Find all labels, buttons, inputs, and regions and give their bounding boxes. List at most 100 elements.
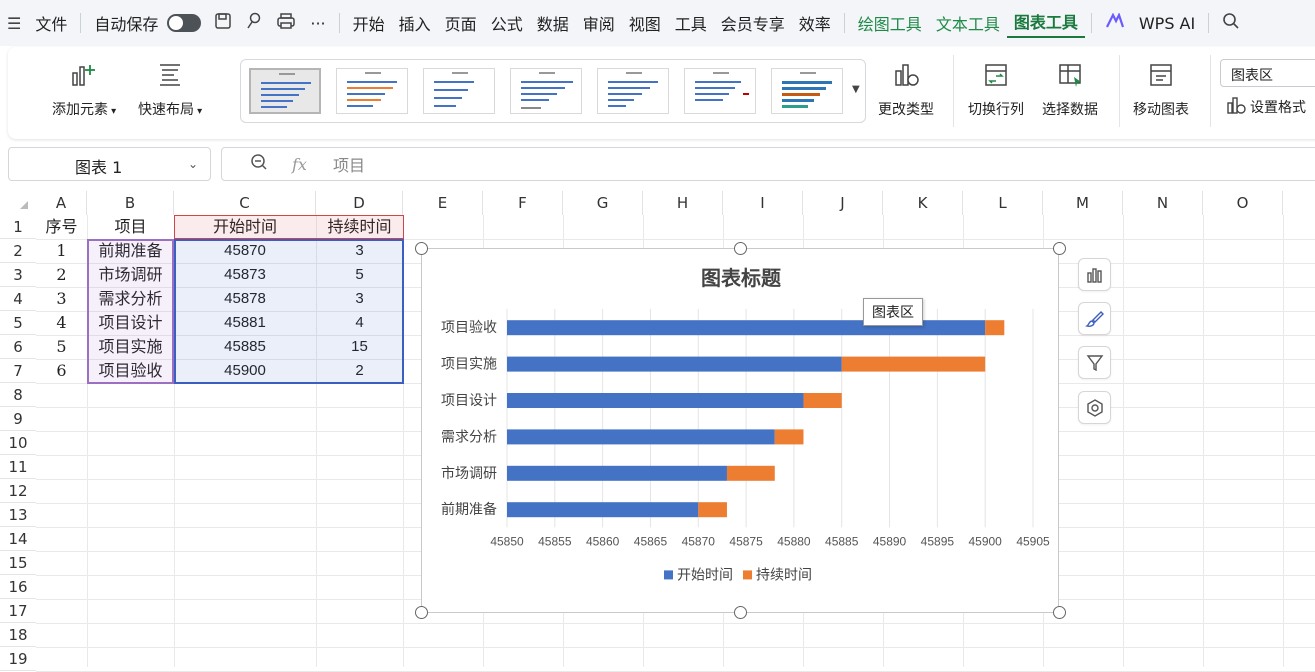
x-tick-label[interactable]: 45880 xyxy=(777,534,811,548)
x-tick-label[interactable]: 45850 xyxy=(490,534,524,548)
row-header-8[interactable]: 8 xyxy=(0,383,36,407)
table-header-cell[interactable]: 项目 xyxy=(87,215,174,239)
legend-label[interactable]: 持续时间 xyxy=(756,566,812,583)
column-header-H[interactable]: H xyxy=(643,191,723,215)
row-header-3[interactable]: 3 xyxy=(0,263,36,287)
x-tick-label[interactable]: 45855 xyxy=(538,534,572,548)
chart-style-thumb[interactable] xyxy=(423,68,495,114)
chevron-down-icon[interactable]: ⌄ xyxy=(188,157,198,171)
menu-formula[interactable]: 公式 xyxy=(484,11,530,35)
bar-duration[interactable] xyxy=(985,320,1004,335)
table-cell[interactable]: 2 xyxy=(36,263,87,287)
bar-duration[interactable] xyxy=(775,429,804,444)
row-header-14[interactable]: 14 xyxy=(0,527,36,551)
hamburger-menu-icon[interactable]: ☰ xyxy=(0,14,28,33)
y-category-label[interactable]: 市场调研 xyxy=(441,465,497,482)
resize-handle[interactable] xyxy=(1053,606,1066,619)
row-header-16[interactable]: 16 xyxy=(0,575,36,599)
row-header-18[interactable]: 18 xyxy=(0,623,36,647)
y-category-label[interactable]: 前期准备 xyxy=(441,501,497,518)
column-header-N[interactable]: N xyxy=(1123,191,1203,215)
y-category-label[interactable]: 项目实施 xyxy=(441,357,497,373)
resize-handle[interactable] xyxy=(415,242,428,255)
resize-handle[interactable] xyxy=(415,606,428,619)
row-header-10[interactable]: 10 xyxy=(0,431,36,455)
column-header-G[interactable]: G xyxy=(563,191,643,215)
x-tick-label[interactable]: 45900 xyxy=(968,534,1002,548)
menu-review[interactable]: 审阅 xyxy=(576,11,622,35)
x-tick-label[interactable]: 45885 xyxy=(825,534,859,548)
column-header-A[interactable]: A xyxy=(36,191,87,215)
gallery-expand-icon[interactable]: ▼ xyxy=(852,84,860,95)
table-header-cell[interactable]: 序号 xyxy=(36,215,87,239)
fx-icon[interactable]: fx xyxy=(292,155,307,174)
menu-view[interactable]: 视图 xyxy=(622,11,668,35)
name-box[interactable]: 图表 1 ⌄ xyxy=(8,147,211,181)
column-header-E[interactable]: E xyxy=(403,191,483,215)
row-header-4[interactable]: 4 xyxy=(0,287,36,311)
menu-wps-ai[interactable]: WPS AI xyxy=(1132,14,1202,33)
bar-start-time[interactable] xyxy=(507,357,842,372)
row-header-11[interactable]: 11 xyxy=(0,455,36,479)
column-header-J[interactable]: J xyxy=(803,191,883,215)
row-header-17[interactable]: 17 xyxy=(0,599,36,623)
column-header-C[interactable]: C xyxy=(174,191,316,215)
select-data-button[interactable]: 选择数据 xyxy=(1042,61,1098,119)
resize-handle[interactable] xyxy=(734,606,747,619)
table-cell[interactable]: 5 xyxy=(36,335,87,359)
menu-drawing-tools[interactable]: 绘图工具 xyxy=(851,11,929,35)
resize-handle[interactable] xyxy=(1053,242,1066,255)
chart[interactable]: 图表标题 前期准备市场调研需求分析项目设计项目实施项目验收 4585045855… xyxy=(421,248,1059,613)
menu-efficiency[interactable]: 效率 xyxy=(792,11,838,35)
menu-data[interactable]: 数据 xyxy=(530,11,576,35)
y-category-label[interactable]: 需求分析 xyxy=(441,429,497,445)
autosave-toggle[interactable] xyxy=(167,14,201,32)
bar-duration[interactable] xyxy=(698,502,727,517)
quick-layout-button[interactable]: 快速布局 ▾ xyxy=(138,61,202,119)
chart-filter-button[interactable] xyxy=(1078,346,1111,379)
select-all-corner[interactable] xyxy=(0,191,36,215)
bar-start-time[interactable] xyxy=(507,502,698,517)
bar-start-time[interactable] xyxy=(507,429,775,444)
y-category-label[interactable]: 项目设计 xyxy=(441,393,497,409)
x-tick-label[interactable]: 45905 xyxy=(1016,534,1050,548)
find-icon[interactable] xyxy=(239,12,269,34)
switch-row-col-button[interactable]: 切换行列 xyxy=(968,61,1024,119)
row-header-12[interactable]: 12 xyxy=(0,479,36,503)
column-header-B[interactable]: B xyxy=(87,191,174,215)
table-cell[interactable]: 6 xyxy=(36,359,87,383)
add-element-button[interactable]: 添加元素 ▾ xyxy=(52,61,116,119)
row-header-6[interactable]: 6 xyxy=(0,335,36,359)
chart-style-button[interactable] xyxy=(1078,302,1111,335)
bar-duration[interactable] xyxy=(803,393,841,408)
chart-settings-button[interactable] xyxy=(1078,391,1111,424)
x-tick-label[interactable]: 45865 xyxy=(634,534,668,548)
table-cell[interactable]: 1 xyxy=(36,239,87,263)
legend-label[interactable]: 开始时间 xyxy=(677,567,733,583)
column-header-M[interactable]: M xyxy=(1043,191,1123,215)
menu-member[interactable]: 会员专享 xyxy=(714,11,792,35)
column-header-D[interactable]: D xyxy=(316,191,403,215)
row-header-5[interactable]: 5 xyxy=(0,311,36,335)
row-header-15[interactable]: 15 xyxy=(0,551,36,575)
search-icon[interactable] xyxy=(1215,12,1247,34)
bar-duration[interactable] xyxy=(842,357,985,372)
bar-start-time[interactable] xyxy=(507,466,727,481)
resize-handle[interactable] xyxy=(734,242,747,255)
column-header-L[interactable]: L xyxy=(963,191,1043,215)
bar-duration[interactable] xyxy=(727,466,775,481)
table-cell[interactable]: 4 xyxy=(36,311,87,335)
menu-insert[interactable]: 插入 xyxy=(392,11,438,35)
move-chart-button[interactable]: 移动图表 xyxy=(1133,61,1189,119)
chart-style-thumb[interactable] xyxy=(510,68,582,114)
menu-home[interactable]: 开始 xyxy=(346,11,392,35)
row-header-2[interactable]: 2 xyxy=(0,239,36,263)
chart-style-thumb[interactable] xyxy=(771,68,843,114)
chart-style-thumb[interactable] xyxy=(597,68,669,114)
menu-text-tools[interactable]: 文本工具 xyxy=(929,11,1007,35)
row-header-19[interactable]: 19 xyxy=(0,647,36,671)
chart-title[interactable]: 图表标题 xyxy=(701,266,782,290)
bar-start-time[interactable] xyxy=(507,393,803,408)
x-tick-label[interactable]: 45890 xyxy=(873,534,907,548)
zoom-formula-icon[interactable] xyxy=(250,153,268,175)
